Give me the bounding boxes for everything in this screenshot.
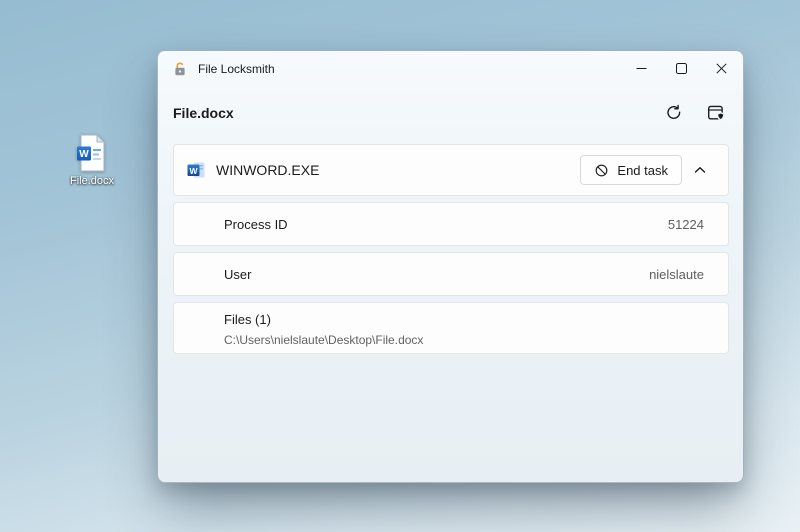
close-button[interactable] (701, 52, 741, 84)
end-task-button[interactable]: End task (580, 155, 682, 185)
desktop-background: W File.docx File Locksmith (0, 0, 800, 532)
file-header: File.docx (158, 87, 743, 140)
files-count-label: Files (1) (224, 312, 704, 327)
chevron-up-icon (694, 166, 706, 174)
process-id-value: 51224 (668, 217, 704, 232)
prohibited-icon (594, 163, 609, 178)
close-icon (716, 63, 727, 74)
window-controls (621, 52, 741, 84)
collapse-expander-button[interactable] (682, 155, 718, 185)
svg-text:W: W (189, 166, 198, 176)
restart-as-admin-button[interactable] (701, 98, 731, 128)
process-expander-header[interactable]: W WINWORD.EXE End task (173, 144, 729, 196)
file-locksmith-window: File Locksmith (157, 50, 744, 483)
maximize-icon (676, 63, 687, 74)
end-task-label: End task (617, 163, 668, 178)
refresh-icon (665, 104, 683, 122)
files-row: Files (1) C:\Users\nielslaute\Desktop\Fi… (173, 302, 729, 354)
refresh-button[interactable] (659, 98, 689, 128)
locked-file-name: File.docx (173, 105, 659, 121)
svg-text:W: W (79, 149, 89, 160)
locked-file-path: C:\Users\nielslaute\Desktop\File.docx (224, 333, 704, 347)
process-id-row: Process ID 51224 (173, 202, 729, 246)
user-value: nielslaute (649, 267, 704, 282)
process-name: WINWORD.EXE (216, 162, 319, 178)
desktop-file-icon[interactable]: W File.docx (52, 133, 132, 187)
process-list: W WINWORD.EXE End task (173, 144, 729, 354)
admin-shield-icon (706, 103, 726, 123)
window-title: File Locksmith (198, 62, 275, 76)
window-titlebar[interactable]: File Locksmith (158, 51, 743, 87)
process-id-label: Process ID (224, 217, 288, 232)
user-label: User (224, 267, 251, 282)
user-row: User nielslaute (173, 252, 729, 296)
minimize-button[interactable] (621, 52, 661, 84)
minimize-icon (636, 63, 647, 74)
unlocked-padlock-icon (172, 61, 188, 77)
word-document-icon: W (74, 133, 110, 173)
desktop-file-label: File.docx (70, 175, 114, 187)
word-app-icon: W (186, 160, 206, 180)
maximize-button[interactable] (661, 52, 701, 84)
